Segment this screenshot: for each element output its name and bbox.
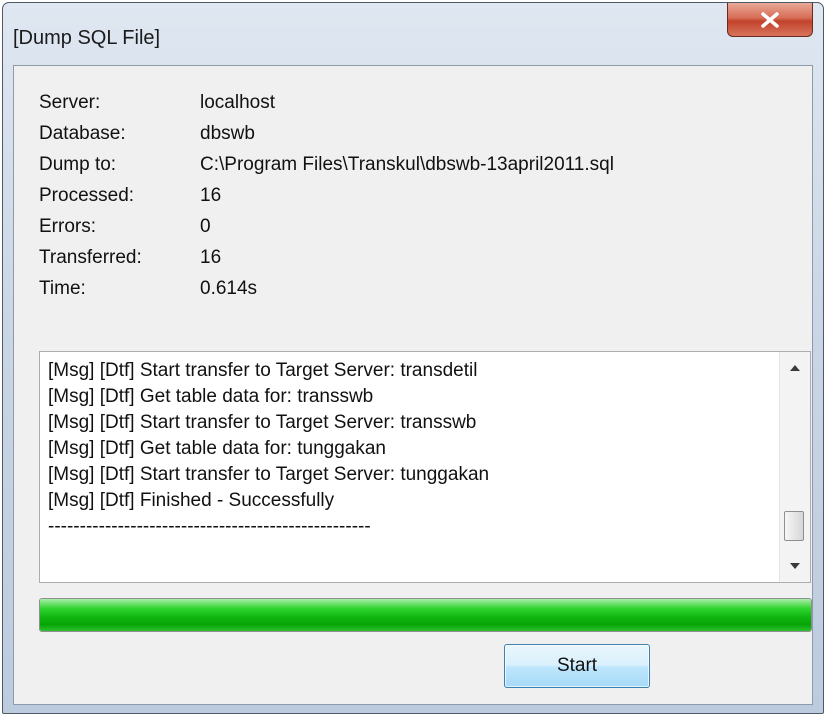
arrow-down-icon (789, 557, 801, 575)
errors-value: 0 (200, 216, 211, 237)
title-bar[interactable]: [Dump SQL File] (3, 3, 823, 65)
server-label: Server: (39, 92, 101, 113)
scroll-up-button[interactable] (780, 356, 810, 380)
time-value: 0.614s (200, 278, 258, 299)
log-line: [Msg] [Dtf] Get table data for: tunggaka… (48, 438, 386, 459)
window-title: [Dump SQL File] (13, 27, 161, 49)
database-label: Database: (39, 123, 126, 144)
log-line: ----------------------------------------… (48, 516, 371, 537)
start-button[interactable]: Start (504, 644, 650, 688)
dialog-body: Server: localhost Database: dbswb Dump t… (13, 65, 813, 705)
log-line: [Msg] [Dtf] Start transfer to Target Ser… (48, 412, 477, 433)
processed-label: Processed: (39, 185, 135, 206)
log-line: [Msg] [Dtf] Finished - Successfully (48, 490, 335, 511)
progress-bar (39, 598, 812, 632)
dump-to-value: C:\Program Files\Transkul\dbswb-13april2… (200, 154, 614, 175)
server-value: localhost (200, 92, 275, 113)
scroll-thumb[interactable] (784, 511, 804, 541)
dump-sql-window: [Dump SQL File] Server: localhost Databa… (2, 2, 824, 714)
transferred-value: 16 (200, 247, 222, 268)
transferred-label: Transferred: (39, 247, 142, 268)
log-content: [Msg] [Dtf] Start transfer to Target Ser… (40, 352, 780, 582)
log-line: [Msg] [Dtf] Start transfer to Target Ser… (48, 464, 490, 485)
log-line: [Msg] [Dtf] Get table data for: transswb (48, 386, 374, 407)
log-textbox[interactable]: [Msg] [Dtf] Start transfer to Target Ser… (39, 351, 811, 583)
dump-to-label: Dump to: (39, 154, 117, 175)
log-scrollbar[interactable] (779, 352, 810, 582)
processed-value: 16 (200, 185, 222, 206)
database-value: dbswb (200, 123, 255, 144)
arrow-up-icon (789, 359, 801, 377)
progress-fill (40, 599, 811, 631)
time-label: Time: (39, 278, 86, 299)
errors-label: Errors: (39, 216, 96, 237)
log-line: [Msg] [Dtf] Start transfer to Target Ser… (48, 360, 478, 381)
scroll-down-button[interactable] (780, 554, 810, 578)
close-icon (760, 11, 780, 28)
close-button[interactable] (727, 3, 813, 37)
